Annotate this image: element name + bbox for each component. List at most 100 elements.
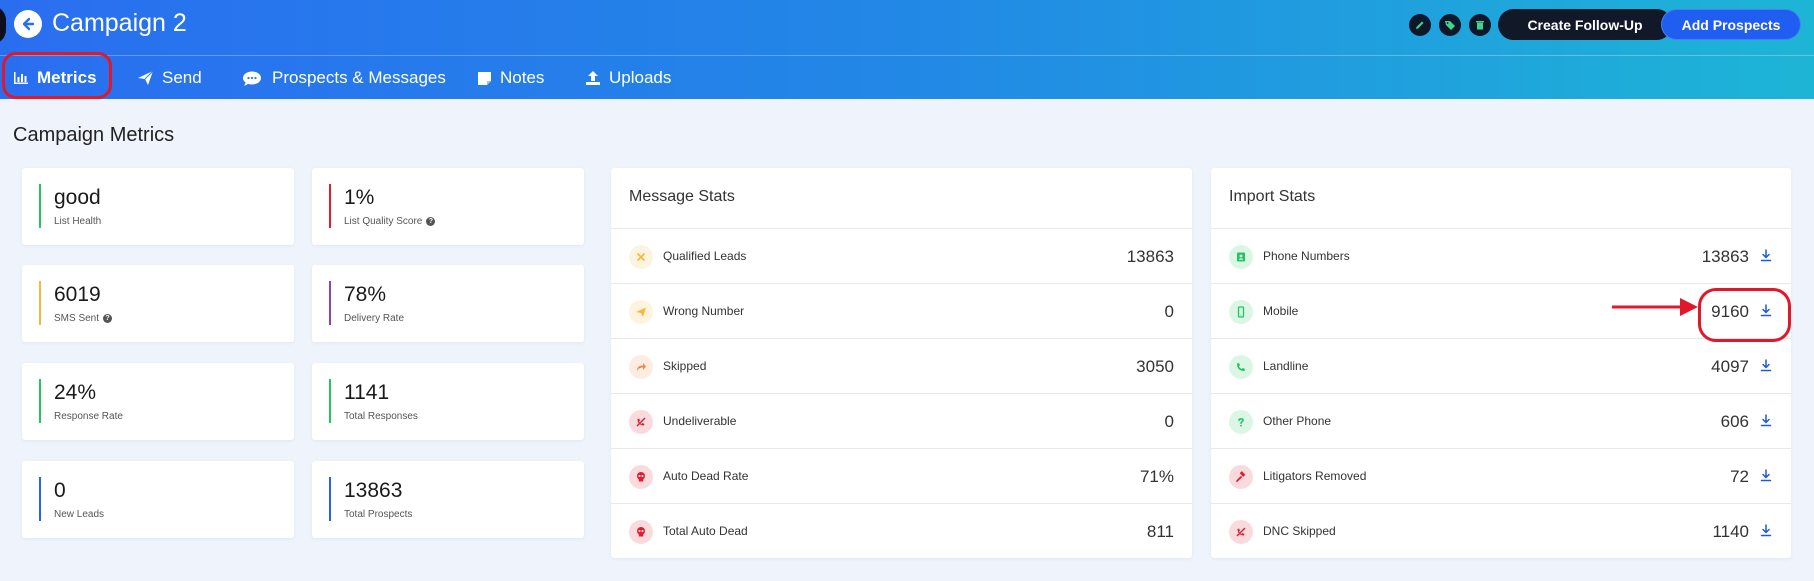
- phone-icon: [1229, 355, 1253, 379]
- tab-prospects-messages[interactable]: Prospects & Messages: [242, 66, 446, 90]
- section-title: Campaign Metrics: [13, 124, 175, 146]
- edit-button[interactable]: [1409, 14, 1431, 36]
- trash-icon: [1476, 21, 1484, 30]
- panel-title: Message Stats: [629, 188, 735, 205]
- stat-value: 0: [1164, 412, 1174, 431]
- metric-value: 6019: [54, 283, 101, 306]
- metric-label: Delivery Rate: [344, 313, 404, 324]
- stat-value: 13863: [1126, 247, 1174, 266]
- metric-card-delivery-rate: 78% Delivery Rate: [312, 265, 584, 342]
- metric-label-text: SMS Sent: [54, 313, 100, 324]
- help-icon[interactable]: ?: [426, 217, 436, 226]
- metric-accent-bar: [329, 477, 331, 521]
- metric-card-new-leads: 0 New Leads: [22, 461, 294, 538]
- contact-card-icon: [1229, 245, 1253, 269]
- metric-accent-bar: [39, 281, 41, 325]
- metric-card-response-rate: 24% Response Rate: [22, 363, 294, 440]
- metric-label: List Health: [54, 216, 101, 227]
- delete-button[interactable]: [1469, 14, 1491, 36]
- stat-value: 1140: [1712, 522, 1749, 541]
- mobile-phone-icon: [1229, 300, 1253, 324]
- annotation-highlight-metrics: [2, 52, 112, 99]
- metric-label: New Leads: [54, 509, 104, 520]
- stat-row-auto-dead-rate: Auto Dead Rate 71%: [611, 449, 1192, 504]
- tags-button[interactable]: [1439, 14, 1461, 36]
- metric-card-total-responses: 1141 Total Responses: [312, 363, 584, 440]
- stat-row-other-phone: Other Phone 606: [1211, 394, 1791, 449]
- tab-uploads[interactable]: Uploads: [585, 66, 671, 90]
- metric-label: Response Rate: [54, 411, 123, 422]
- metric-label-text: Total Responses: [344, 411, 418, 422]
- sticky-note-icon: [478, 71, 491, 85]
- tab-notes[interactable]: Notes: [477, 66, 544, 90]
- metric-label-text: Delivery Rate: [344, 313, 405, 324]
- metric-card-list-health: good List Health: [22, 168, 294, 245]
- download-icon[interactable]: [1759, 412, 1773, 428]
- stat-value: 4097: [1711, 357, 1749, 376]
- metric-accent-bar: [329, 281, 331, 325]
- metric-value: 78%: [344, 283, 387, 306]
- skull-icon: [629, 465, 653, 489]
- stat-row-litigators-removed: Litigators Removed 72: [1211, 449, 1791, 504]
- tab-send[interactable]: Send: [137, 66, 202, 90]
- metric-value: 1%: [344, 186, 375, 209]
- metric-accent-bar: [329, 184, 331, 228]
- share-arrow-icon: [629, 355, 653, 379]
- metric-value: good: [54, 186, 101, 209]
- skull-icon: [629, 520, 653, 544]
- stat-row-qualified-leads: Qualified Leads 13863: [611, 229, 1192, 284]
- metric-label-text: Total Prospects: [344, 509, 413, 520]
- download-icon[interactable]: [1759, 467, 1773, 483]
- edge-handle: [0, 6, 6, 44]
- metric-value: 13863: [344, 479, 403, 502]
- stat-label: Undeliverable: [663, 414, 737, 428]
- metric-accent-bar: [39, 477, 41, 521]
- metric-accent-bar: [329, 379, 331, 423]
- stat-label: Litigators Removed: [1263, 469, 1367, 483]
- stat-label: Mobile: [1263, 304, 1299, 318]
- stat-label: Qualified Leads: [663, 249, 747, 263]
- question-icon: [1229, 410, 1253, 434]
- tab-label: Prospects & Messages: [272, 68, 446, 87]
- metric-value: 0: [54, 479, 66, 502]
- stat-value: 0: [1164, 302, 1174, 321]
- stat-row-dnc-skipped: DNC Skipped 1140: [1211, 504, 1791, 559]
- stat-row-landline: Landline 4097: [1211, 339, 1791, 394]
- metric-value: 1141: [344, 381, 390, 404]
- annotation-highlight-mobile: [1698, 288, 1791, 342]
- stat-label: Landline: [1263, 359, 1309, 373]
- page-title: Campaign 2: [52, 9, 187, 37]
- metric-label: SMS Sent?: [54, 313, 113, 324]
- metric-label-text: List Health: [54, 216, 102, 227]
- metric-accent-bar: [39, 379, 41, 423]
- metric-label-text: New Leads: [54, 509, 105, 520]
- download-icon[interactable]: [1759, 357, 1773, 373]
- metric-label-text: Response Rate: [54, 411, 123, 422]
- metric-card-list-quality: 1% List Quality Score?: [312, 168, 584, 245]
- metric-label: Total Prospects: [344, 509, 412, 520]
- pencil-icon: [1416, 21, 1424, 29]
- arrow-left-icon: [22, 17, 35, 31]
- add-prospects-button[interactable]: Add Prospects: [1661, 9, 1801, 40]
- stat-row-skipped: Skipped 3050: [611, 339, 1192, 394]
- stat-label: Wrong Number: [663, 304, 745, 318]
- upload-icon: [586, 71, 600, 85]
- back-button[interactable]: [14, 10, 42, 38]
- stat-label: Other Phone: [1263, 414, 1332, 428]
- stat-row-total-auto-dead: Total Auto Dead 811: [611, 504, 1192, 559]
- tab-label: Uploads: [609, 68, 672, 87]
- download-icon[interactable]: [1759, 522, 1773, 538]
- tab-label: Send: [162, 68, 202, 87]
- paper-plane-icon: [138, 70, 154, 85]
- metric-accent-bar: [39, 184, 41, 228]
- annotation-arrow: [1612, 298, 1698, 316]
- download-icon[interactable]: [1759, 247, 1773, 263]
- stat-value: 3050: [1136, 357, 1174, 376]
- help-icon[interactable]: ?: [103, 314, 113, 323]
- stat-row-wrong-number: Wrong Number 0: [611, 284, 1192, 339]
- stat-value: 72: [1730, 467, 1749, 486]
- stat-label: Phone Numbers: [1263, 249, 1350, 263]
- create-followup-button[interactable]: Create Follow-Up: [1498, 9, 1672, 40]
- stat-label: Auto Dead Rate: [663, 469, 749, 483]
- stat-value: 606: [1720, 412, 1749, 431]
